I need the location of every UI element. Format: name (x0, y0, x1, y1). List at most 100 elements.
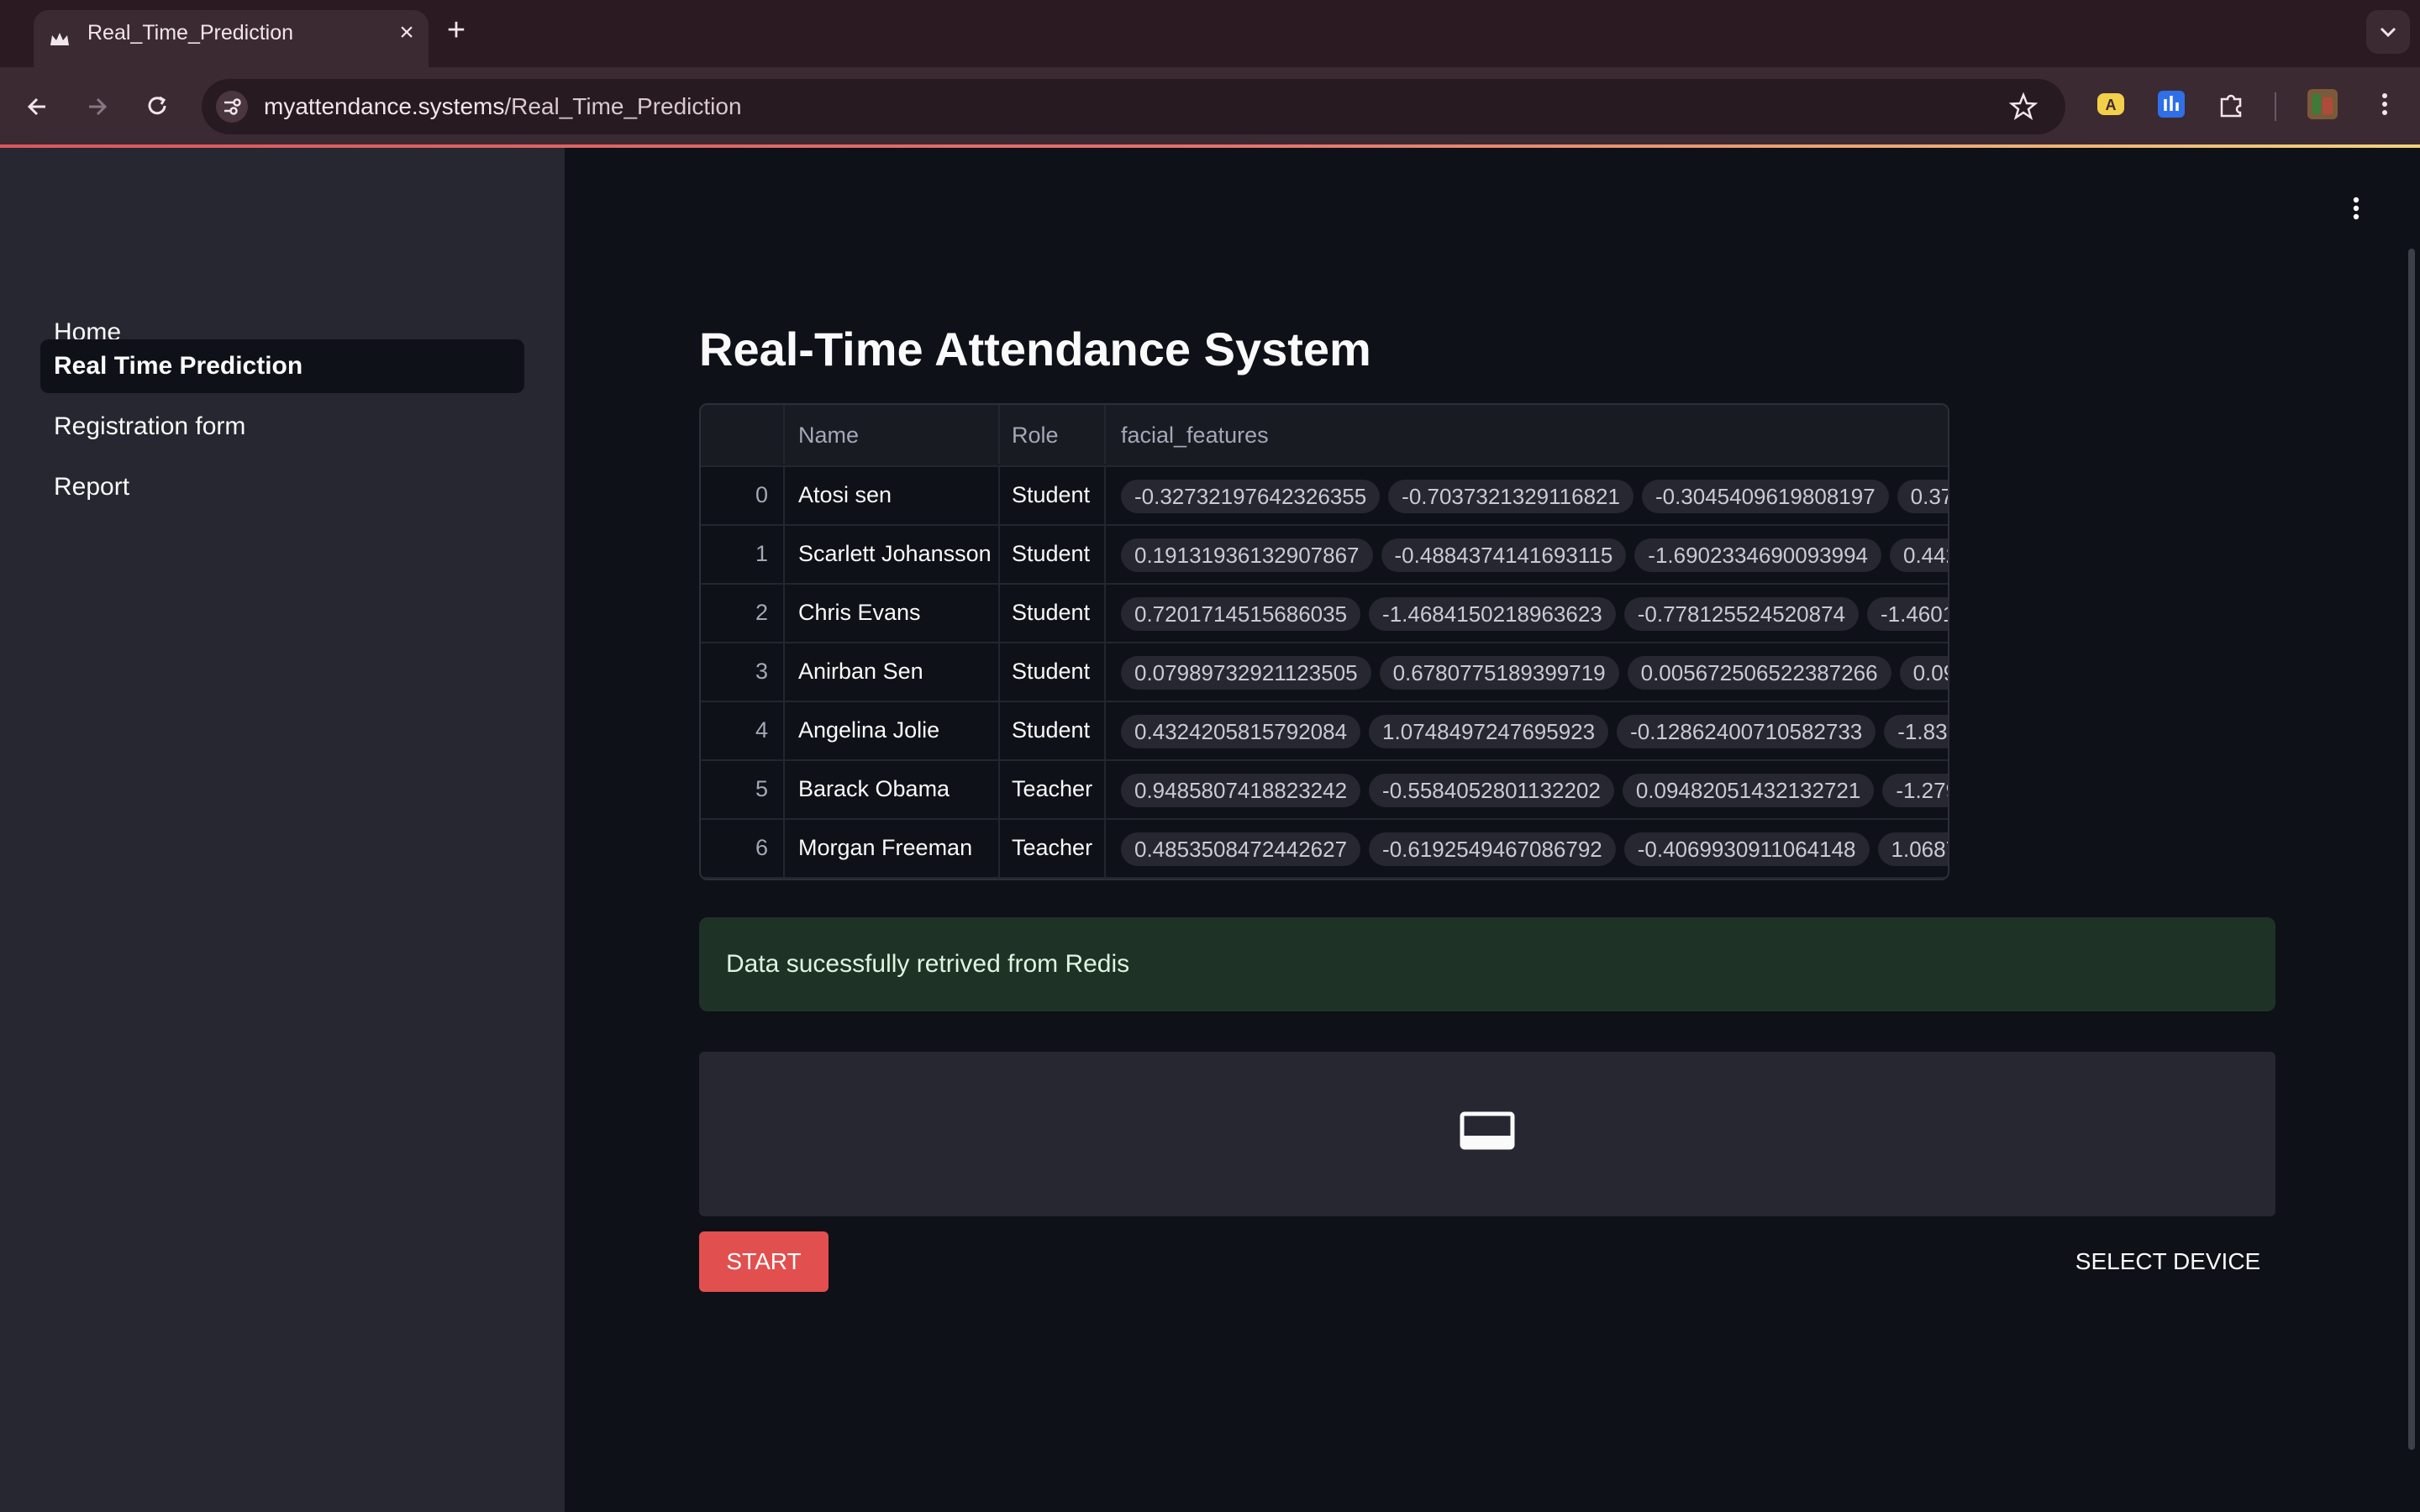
success-alert: Data sucessfully retrived from Redis (699, 917, 2275, 1011)
streamlit-crown-icon (50, 33, 69, 45)
row-index[interactable]: 3 (701, 642, 785, 701)
feature-value-chip: 1.0748497247695923 (1369, 714, 1609, 748)
feature-value-chip: 0.4853508472442627 (1121, 832, 1361, 866)
feature-value-chip: 0.005672506522387266 (1627, 655, 1891, 690)
cell-name[interactable]: Morgan Freeman (786, 818, 1000, 877)
cell-facial-features[interactable]: 0.07989732921123505 0.6780775189399719 0.0… (1107, 642, 1948, 701)
feature-value-chip: -0.32732197642326355 (1121, 479, 1381, 513)
cell-facial-features[interactable]: -0.32732197642326355 -0.7037321329116821-… (1107, 465, 1948, 524)
column-header-index[interactable] (701, 405, 785, 464)
row-index[interactable]: 6 (701, 818, 785, 877)
cell-name[interactable]: Scarlett Johansson (786, 524, 1000, 583)
feature-value-chip: -1.27965 (1882, 773, 1948, 807)
feature-value-chip: -0.5584052801132202 (1369, 773, 1614, 807)
browser-toolbar: myattendance.systems/Real_Time_Predictio… (0, 67, 2420, 146)
extension-chart-icon[interactable] (2154, 87, 2188, 121)
table-row[interactable]: 1 Scarlett Johansson Student 0.191319361329… (701, 524, 1948, 585)
cell-facial-features[interactable]: 0.7201714515686035 -1.4684150218963623 -0.… (1107, 583, 1948, 642)
cell-role[interactable]: Student (1000, 642, 1106, 701)
url-text[interactable]: myattendance.systems/Real_Time_Predictio… (264, 79, 742, 134)
table-row[interactable]: 0 Atosi sen Student -0.32732197642326355 -0.… (701, 465, 1948, 526)
column-header-role[interactable]: Role (1000, 405, 1106, 464)
attendance-dataframe[interactable]: Name Role facial_features 0 Atosi sen Stud… (699, 403, 1949, 880)
select-device-button[interactable]: SELECT DEVICE (2060, 1231, 2275, 1292)
close-tab-icon[interactable]: × (395, 20, 418, 45)
sidebar-item-label: Report (54, 473, 130, 501)
forward-arrow-icon[interactable] (77, 87, 116, 126)
cell-role[interactable]: Student (1000, 583, 1106, 642)
cell-name[interactable]: Chris Evans (786, 583, 1000, 642)
row-index[interactable]: 1 (701, 524, 785, 583)
cell-name[interactable]: Angelina Jolie (786, 701, 1000, 759)
column-header-name[interactable]: Name (786, 405, 1000, 464)
sidebar-item-registration-form[interactable]: Registration form (40, 400, 524, 454)
cell-role[interactable]: Student (1000, 465, 1106, 524)
bookmark-star-icon[interactable] (2008, 92, 2039, 122)
chevron-down-icon (2380, 27, 2396, 38)
feature-value-chip: -1.83329 (1884, 714, 1948, 748)
url-path: /Real_Time_Prediction (504, 93, 742, 119)
cell-facial-features[interactable]: 0.19131936132907867 -0.4884374141693115 -1… (1107, 524, 1948, 583)
svg-text:A: A (2106, 97, 2117, 113)
sidebar-item-real-time-prediction[interactable]: Real Time Prediction (40, 339, 524, 393)
sidebar-item-label: Real Time Prediction (54, 352, 303, 380)
browser-tab-bar: Real_Time_Prediction × + (0, 0, 2420, 67)
cell-role[interactable]: Teacher (1000, 759, 1106, 818)
feature-value-chip: -0.778125524520874 (1623, 596, 1859, 631)
table-row[interactable]: 4 Angelina Jolie Student 0.4324205815792084… (701, 701, 1948, 761)
page-title: Real-Time Attendance System (699, 323, 1371, 375)
table-header-row: Name Role facial_features (701, 405, 1948, 467)
extensions-puzzle-icon[interactable] (2215, 87, 2249, 121)
feature-value-chip: -0.3045409619808197 (1641, 479, 1889, 513)
reload-icon[interactable] (138, 87, 176, 126)
feature-value-chip: -0.6192549467086792 (1369, 832, 1616, 866)
feature-value-chip: 0.9485807418823242 (1121, 773, 1361, 807)
row-index[interactable]: 4 (701, 701, 785, 759)
new-tab-icon[interactable]: + (442, 14, 471, 46)
cell-facial-features[interactable]: 0.4853508472442627 -0.6192549467086792 -0.… (1107, 818, 1948, 877)
table-row[interactable]: 6 Morgan Freeman Teacher 0.4853508472442627… (701, 818, 1948, 879)
extension-a-icon[interactable]: A (2094, 87, 2128, 121)
table-row[interactable]: 2 Chris Evans Student 0.7201714515686035 -1.… (701, 583, 1948, 643)
feature-value-chip: 1.068778 (1877, 832, 1948, 866)
feature-value-chip: 0.4324205815792084 (1121, 714, 1361, 748)
feature-value-chip: 0.09482051432132721 (1622, 773, 1875, 807)
row-index[interactable]: 0 (701, 465, 785, 524)
feature-value-chip: -0.7037321329116821 (1388, 479, 1634, 513)
table-row[interactable]: 3 Anirban Sen Student 0.07989732921123505 0.… (701, 642, 1948, 702)
tab-search-button[interactable] (2366, 10, 2410, 54)
webrtc-video-area (699, 1052, 2275, 1216)
tab-title: Real_Time_Prediction (87, 21, 294, 45)
feature-value-chip: 0.19131936132907867 (1121, 538, 1373, 572)
row-index[interactable]: 5 (701, 759, 785, 818)
browser-tab[interactable]: Real_Time_Prediction × (34, 10, 429, 67)
main-scrollbar[interactable] (2408, 249, 2415, 1450)
feature-value-chip: 0.7201714515686035 (1121, 596, 1361, 631)
feature-value-chip: -1.46010 (1867, 596, 1948, 631)
cell-role[interactable]: Teacher (1000, 818, 1106, 877)
profile-avatar-icon[interactable] (2306, 87, 2339, 121)
cell-name[interactable]: Atosi sen (786, 465, 1000, 524)
cell-name[interactable]: Barack Obama (786, 759, 1000, 818)
start-button[interactable]: START (699, 1231, 829, 1292)
cell-role[interactable]: Student (1000, 701, 1106, 759)
feature-value-chip: -0.4884374141693115 (1381, 538, 1627, 572)
cell-facial-features[interactable]: 0.4324205815792084 1.0748497247695923 -0.1… (1107, 701, 1948, 759)
cell-role[interactable]: Student (1000, 524, 1106, 583)
sidebar-item-report[interactable]: Report (40, 460, 524, 514)
cell-name[interactable]: Anirban Sen (786, 642, 1000, 701)
success-message: Data sucessfully retrived from Redis (726, 950, 1130, 978)
back-arrow-icon[interactable] (18, 87, 57, 126)
column-header-facial-features[interactable]: facial_features (1107, 405, 1948, 464)
table-row[interactable]: 5 Barack Obama Teacher 0.9485807418823242 -0… (701, 759, 1948, 820)
app-menu-icon[interactable] (2339, 192, 2373, 225)
browser-menu-icon[interactable] (2368, 87, 2402, 121)
toolbar-divider (2275, 92, 2276, 121)
feature-value-chip: 0.0943 (1899, 655, 1948, 690)
address-bar[interactable]: myattendance.systems/Real_Time_Predictio… (202, 79, 2065, 134)
cell-facial-features[interactable]: 0.9485807418823242 -0.5584052801132202 0.0… (1107, 759, 1948, 818)
row-index[interactable]: 2 (701, 583, 785, 642)
url-host: myattendance.systems (264, 93, 505, 119)
feature-value-chip: -0.12862400710582733 (1617, 714, 1876, 748)
site-settings-icon[interactable] (215, 90, 249, 123)
